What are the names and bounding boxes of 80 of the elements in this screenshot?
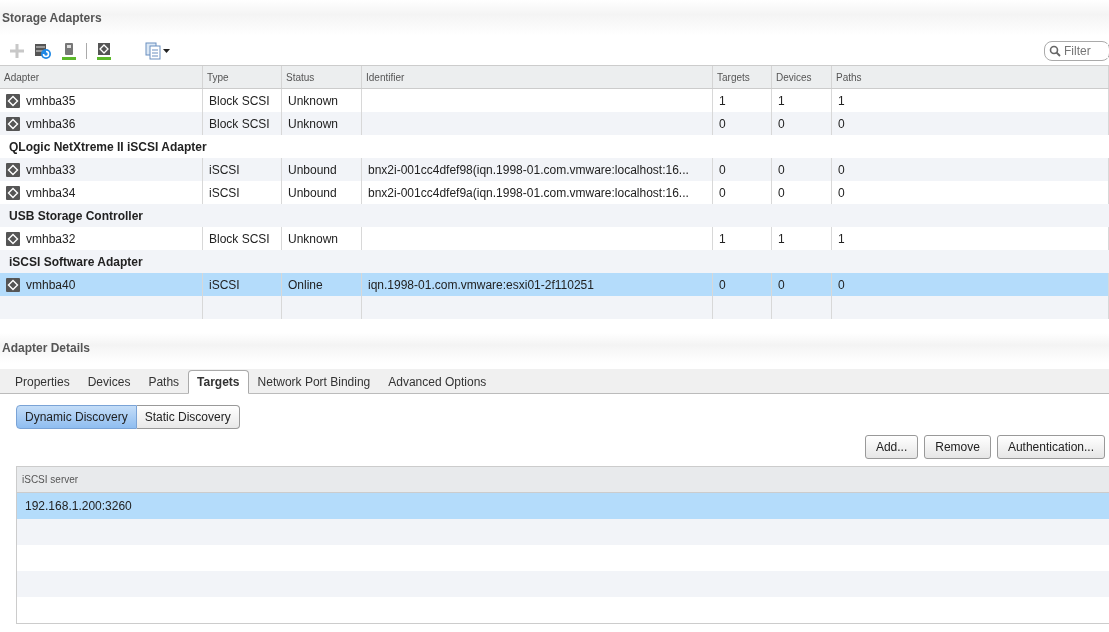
table-cell: Unbound	[288, 185, 337, 200]
column-header[interactable]: Type	[203, 66, 282, 88]
adapter-icon	[6, 185, 20, 200]
column-header[interactable]: Status	[282, 66, 362, 88]
server-row[interactable]: 192.168.1.200:3260	[17, 493, 1109, 519]
action-button[interactable]: Authentication...	[996, 435, 1105, 459]
adapter-icon	[6, 116, 20, 131]
adapter-icon	[6, 277, 20, 292]
table-cell: 0	[838, 277, 845, 292]
adapter-icon[interactable]	[96, 41, 112, 60]
table-cell: vmhba33	[26, 162, 76, 177]
column-header[interactable]: Devices	[772, 66, 832, 88]
tab[interactable]: Properties	[6, 370, 79, 394]
column-header[interactable]: Paths	[832, 66, 1109, 88]
tab[interactable]: Targets	[188, 370, 249, 394]
table-cell: Block SCSI	[209, 231, 270, 246]
filter-field[interactable]: Filter	[1044, 40, 1109, 61]
group-header: iSCSI Software Adapter	[9, 254, 143, 269]
adapter-icon	[6, 162, 20, 177]
tab[interactable]: Paths	[139, 370, 189, 394]
tab[interactable]: Devices	[78, 370, 140, 394]
discovery-toggle[interactable]: Dynamic Discovery	[16, 405, 137, 429]
table-cell: 1	[719, 93, 726, 108]
table-cell: iSCSI	[209, 277, 240, 292]
table-cell: Block SCSI	[209, 93, 270, 108]
table-cell: 1	[778, 93, 785, 108]
table-cell: bnx2i-001cc4dfef98(iqn.1998-01.com.vmware:localhost:16...	[368, 162, 689, 177]
action-button[interactable]: Remove	[924, 435, 991, 459]
column-header[interactable]: iSCSI server	[22, 474, 79, 485]
table-cell: vmhba32	[26, 231, 76, 246]
copy-dropdown-icon[interactable]	[145, 41, 171, 60]
device-icon[interactable]	[61, 41, 77, 60]
table-cell: 0	[778, 116, 785, 131]
table-cell: 0	[719, 185, 726, 200]
table-cell: vmhba36	[26, 116, 76, 131]
table-cell: 0	[719, 162, 726, 177]
tab[interactable]: Network Port Binding	[248, 370, 380, 394]
table-cell: Unknown	[288, 93, 339, 108]
table-cell: 0	[778, 277, 785, 292]
action-button[interactable]: Add...	[864, 435, 919, 459]
table-cell: 0	[838, 116, 845, 131]
column-header[interactable]: Adapter	[0, 66, 203, 88]
table-cell: 0	[719, 116, 726, 131]
table-cell: Block SCSI	[209, 116, 270, 131]
adapter-row[interactable]: vmhba36 Block SCSI Unknown 0 0 0	[0, 112, 1109, 135]
group-header: USB Storage Controller	[9, 208, 143, 223]
table-cell: iSCSI	[209, 162, 240, 177]
table-cell: 1	[838, 231, 845, 246]
table-cell: Unknown	[288, 231, 339, 246]
column-header[interactable]: Targets	[713, 66, 772, 88]
table-cell: vmhba34	[26, 185, 76, 200]
table-cell: iSCSI	[209, 185, 240, 200]
adapter-row[interactable]: vmhba33 iSCSI Unbound bnx2i-001cc4dfef98(iqn.1998-01.com.vmware:localhost:16... 0 0 0	[0, 158, 1109, 181]
table-cell: Online	[288, 277, 323, 292]
discovery-toggle[interactable]: Static Discovery	[136, 405, 240, 429]
table-cell: 0	[719, 277, 726, 292]
table-cell: 0	[838, 162, 845, 177]
table-cell: 1	[838, 93, 845, 108]
table-cell: 0	[838, 185, 845, 200]
table-cell: 0	[778, 162, 785, 177]
adapter-icon	[6, 93, 20, 108]
table-cell: Unknown	[288, 116, 339, 131]
table-cell: bnx2i-001cc4dfef9a(iqn.1998-01.com.vmware:localhost:16...	[368, 185, 689, 200]
server-address: 192.168.1.200:3260	[25, 499, 132, 513]
table-cell: 1	[719, 231, 726, 246]
section-title: Storage Adapters	[2, 11, 102, 25]
table-cell: 1	[778, 231, 785, 246]
column-header[interactable]: Identifier	[362, 66, 713, 88]
group-header: QLogic NetXtreme II iSCSI Adapter	[9, 139, 207, 154]
table-cell: iqn.1998-01.com.vmware:esxi01-2f110251	[368, 277, 594, 292]
table-cell: vmhba40	[26, 277, 76, 292]
tab[interactable]: Advanced Options	[379, 370, 496, 394]
table-cell: vmhba35	[26, 93, 76, 108]
section-title: Adapter Details	[2, 341, 91, 355]
refresh-storage-icon[interactable]	[34, 41, 52, 60]
table-cell: 0	[778, 185, 785, 200]
adapter-icon	[6, 231, 20, 246]
search-icon	[1049, 44, 1061, 57]
table-cell: Unbound	[288, 162, 337, 177]
adapter-row[interactable]: vmhba40 iSCSI Online iqn.1998-01.com.vmware:esxi01-2f110251 0 0 0	[0, 273, 1109, 296]
